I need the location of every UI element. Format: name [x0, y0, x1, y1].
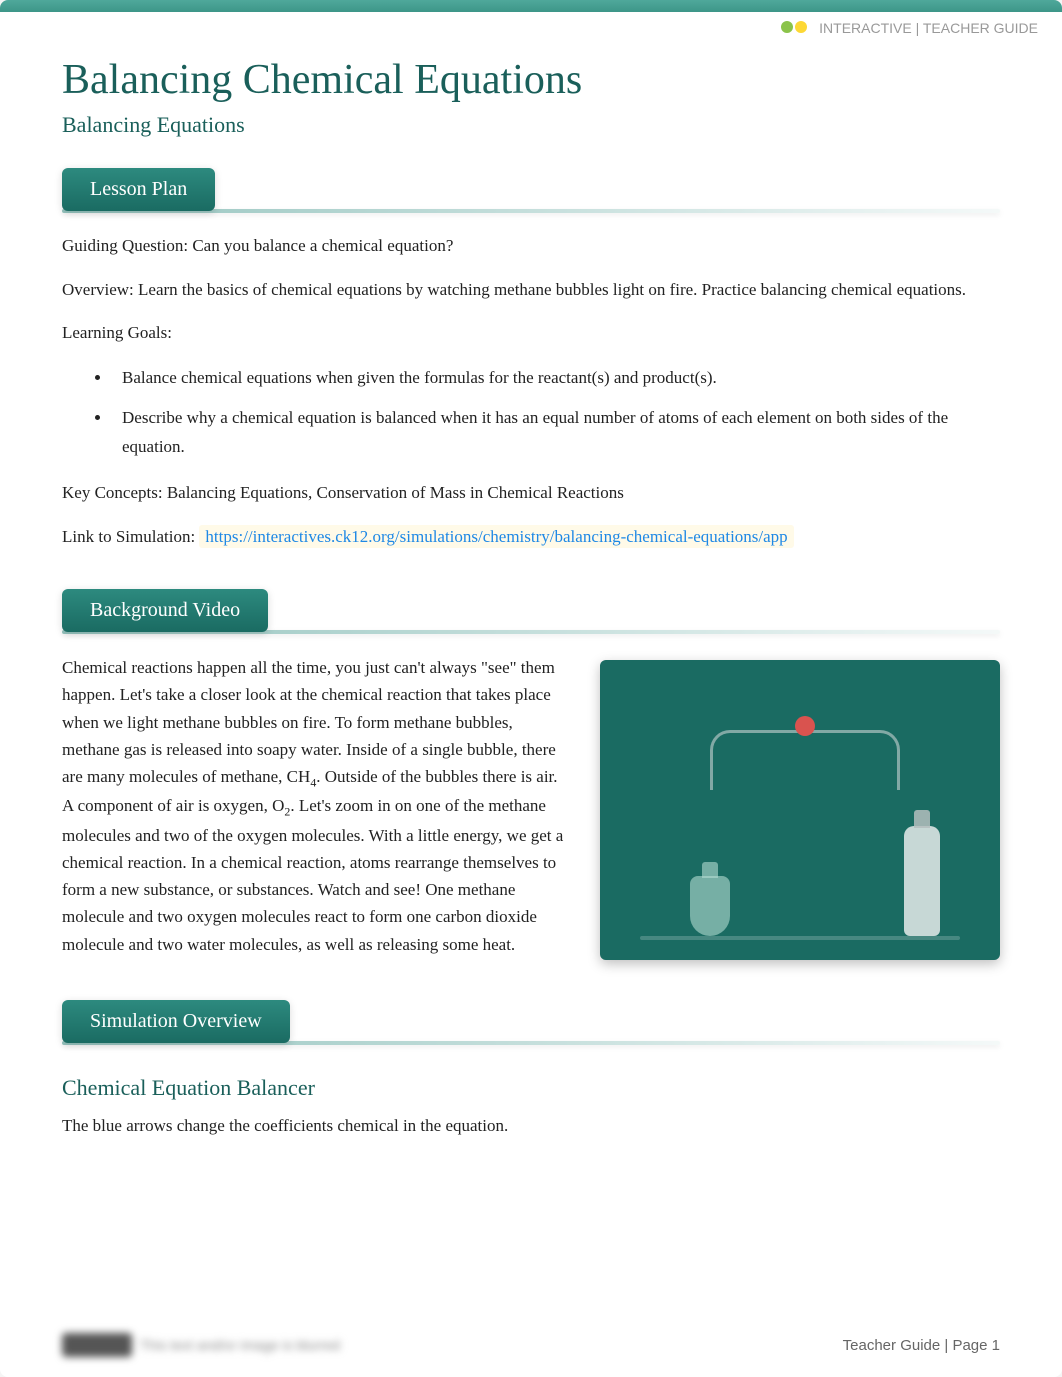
document-page: INTERACTIVE | TEACHER GUIDE Balancing Ch…: [0, 0, 1062, 1377]
bottle-icon: [904, 826, 940, 936]
flask-icon: [690, 876, 730, 936]
simulation-link[interactable]: https://interactives.ck12.org/simulation…: [199, 525, 793, 548]
content-area: Balancing Chemical Equations Balancing E…: [0, 36, 1062, 1237]
overview: Overview: Learn the basics of chemical e…: [62, 277, 1000, 303]
concepts-text: Balancing Equations, Conservation of Mas…: [167, 483, 624, 502]
page-subtitle: Balancing Equations: [62, 112, 1000, 138]
goal-item: Balance chemical equations when given th…: [112, 364, 1000, 393]
simulation-link-row: Link to Simulation: https://interactives…: [62, 524, 1000, 550]
guiding-label: Guiding Question:: [62, 236, 192, 255]
goal-item: Describe why a chemical equation is bala…: [112, 404, 1000, 462]
brand-logo-icon: [781, 20, 809, 36]
guiding-question: Guiding Question: Can you balance a chem…: [62, 233, 1000, 259]
overview-label: Overview:: [62, 280, 138, 299]
footer-page-label: Teacher Guide | Page 1: [843, 1337, 1000, 1354]
key-concepts: Key Concepts: Balancing Equations, Conse…: [62, 480, 1000, 506]
background-video-heading: Background Video: [62, 589, 268, 632]
tube-icon: [710, 730, 900, 790]
simulation-overview-heading: Simulation Overview: [62, 1000, 290, 1043]
page-title: Balancing Chemical Equations: [62, 56, 1000, 104]
lesson-plan-heading: Lesson Plan: [62, 168, 215, 211]
simulation-text: The blue arrows change the coefficients …: [62, 1113, 1000, 1139]
apparatus-illustration: [600, 660, 1000, 960]
page-footer: This text and/or image is blurred Teache…: [62, 1333, 1000, 1357]
simulation-overview-section: Simulation Overview Chemical Equation Ba…: [62, 1000, 1000, 1139]
top-accent-bar: [0, 0, 1062, 12]
lesson-plan-section: Lesson Plan Guiding Question: Can you ba…: [62, 168, 1000, 549]
footer-blur-text: This text and/or image is blurred: [140, 1337, 340, 1353]
footer-left-blurred: This text and/or image is blurred: [62, 1333, 340, 1357]
overview-text: Learn the basics of chemical equations b…: [138, 280, 966, 299]
brand-header: INTERACTIVE | TEACHER GUIDE: [0, 12, 1062, 36]
platform-icon: [640, 936, 960, 940]
goals-label: Learning Goals:: [62, 320, 1000, 346]
guiding-text: Can you balance a chemical equation?: [192, 236, 453, 255]
bg-text-part3: . Let's zoom in on one of the methane mo…: [62, 796, 563, 953]
concepts-label: Key Concepts:: [62, 483, 167, 502]
subsection-title: Chemical Equation Balancer: [62, 1075, 1000, 1101]
footer-logo-icon: [62, 1333, 132, 1357]
background-video-section: Background Video Chemical reactions happ…: [62, 589, 1000, 960]
background-text: Chemical reactions happen all the time, …: [62, 654, 570, 958]
goals-list: Balance chemical equations when given th…: [112, 364, 1000, 463]
background-row: Chemical reactions happen all the time, …: [62, 654, 1000, 960]
brand-text: INTERACTIVE | TEACHER GUIDE: [819, 20, 1038, 36]
link-label: Link to Simulation:: [62, 527, 199, 546]
